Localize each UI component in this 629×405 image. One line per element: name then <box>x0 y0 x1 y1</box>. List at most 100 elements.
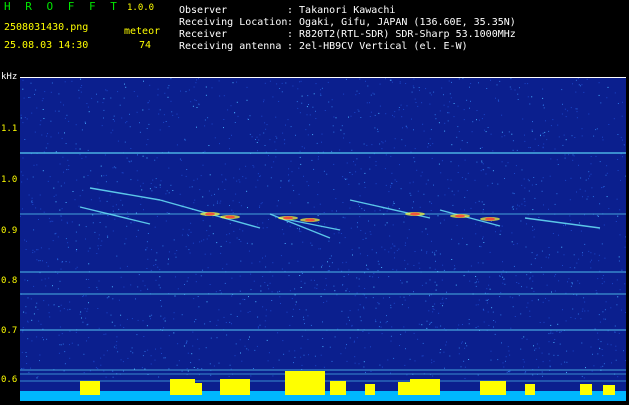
noise-speck <box>160 348 161 349</box>
noise-speck <box>320 93 321 94</box>
noise-speck <box>360 253 361 254</box>
noise-speck <box>43 170 44 171</box>
noise-speck <box>366 238 367 239</box>
noise-speck <box>330 258 331 259</box>
noise-speck <box>572 283 573 284</box>
noise-speck <box>345 237 346 238</box>
noise-speck <box>80 312 81 313</box>
noise-speck <box>328 270 329 271</box>
noise-speck <box>339 150 340 151</box>
noise-speck <box>254 281 255 282</box>
noise-speck <box>542 191 543 192</box>
noise-speck <box>60 310 61 311</box>
noise-speck <box>514 266 515 267</box>
noise-speck <box>184 346 185 347</box>
noise-speck <box>21 182 22 183</box>
noise-speck <box>22 122 23 123</box>
noise-speck <box>584 311 585 312</box>
noise-speck <box>403 222 404 223</box>
noise-speck <box>376 161 377 162</box>
noise-speck <box>431 129 432 130</box>
noise-speck <box>558 235 559 236</box>
noise-speck <box>283 233 284 234</box>
noise-speck <box>148 124 149 125</box>
noise-speck <box>511 232 512 233</box>
noise-speck <box>600 161 601 162</box>
noise-speck <box>451 259 452 260</box>
noise-speck <box>333 189 334 190</box>
noise-speck <box>404 260 405 261</box>
noise-speck <box>229 233 230 234</box>
noise-speck <box>338 232 339 233</box>
noise-speck <box>355 94 356 95</box>
noise-speck <box>291 126 292 127</box>
noise-speck <box>415 99 416 100</box>
noise-speck <box>105 334 106 335</box>
noise-speck <box>506 356 507 357</box>
noise-speck <box>386 154 387 155</box>
noise-speck <box>99 328 100 329</box>
noise-speck <box>125 142 126 143</box>
noise-speck <box>359 363 360 364</box>
noise-speck <box>343 138 344 139</box>
noise-speck <box>566 139 567 140</box>
noise-speck <box>229 138 230 139</box>
noise-speck <box>619 256 620 257</box>
noise-speck <box>82 129 83 130</box>
noise-speck <box>537 344 538 345</box>
noise-speck <box>266 309 267 310</box>
noise-speck <box>622 116 623 117</box>
noise-speck <box>620 180 621 181</box>
noise-speck <box>565 180 566 181</box>
power-bar <box>80 381 100 395</box>
location-label: Receiving Location <box>179 17 287 28</box>
noise-speck <box>168 368 169 369</box>
noise-speck <box>543 361 544 362</box>
noise-speck <box>257 346 258 347</box>
noise-speck <box>571 107 572 108</box>
noise-speck <box>314 207 315 208</box>
meteor-echo <box>90 188 160 200</box>
noise-speck <box>318 156 319 157</box>
noise-speck <box>237 238 238 239</box>
noise-speck <box>482 147 483 148</box>
noise-speck <box>99 198 100 199</box>
noise-speck <box>428 310 429 311</box>
noise-speck <box>231 278 232 279</box>
noise-speck <box>572 83 573 84</box>
noise-speck <box>535 139 536 140</box>
noise-speck <box>369 169 370 170</box>
noise-speck <box>73 191 74 192</box>
noise-speck <box>352 255 353 256</box>
noise-speck <box>588 114 589 115</box>
noise-speck <box>130 284 131 285</box>
noise-speck <box>357 293 358 294</box>
noise-speck <box>403 109 404 110</box>
noise-speck <box>259 261 260 262</box>
noise-speck <box>282 83 283 84</box>
noise-speck <box>505 361 506 362</box>
antenna-label: Receiving antenna <box>179 41 281 52</box>
noise-speck <box>253 165 254 166</box>
noise-speck <box>307 114 308 115</box>
noise-speck <box>164 93 165 94</box>
echo-core <box>410 213 420 216</box>
noise-speck <box>66 143 67 144</box>
noise-speck <box>323 302 324 303</box>
noise-speck <box>203 220 204 221</box>
noise-speck <box>367 255 368 256</box>
noise-speck <box>211 195 212 196</box>
noise-speck <box>289 325 290 326</box>
noise-speck <box>378 261 379 262</box>
noise-speck <box>46 262 47 263</box>
noise-speck <box>299 194 300 195</box>
noise-speck <box>603 139 604 140</box>
noise-speck <box>599 255 600 256</box>
noise-speck <box>66 202 67 203</box>
noise-speck <box>297 228 298 229</box>
noise-speck <box>177 343 178 344</box>
noise-speck <box>605 309 606 310</box>
noise-speck <box>65 118 66 119</box>
noise-speck <box>96 287 97 288</box>
noise-speck <box>97 101 98 102</box>
